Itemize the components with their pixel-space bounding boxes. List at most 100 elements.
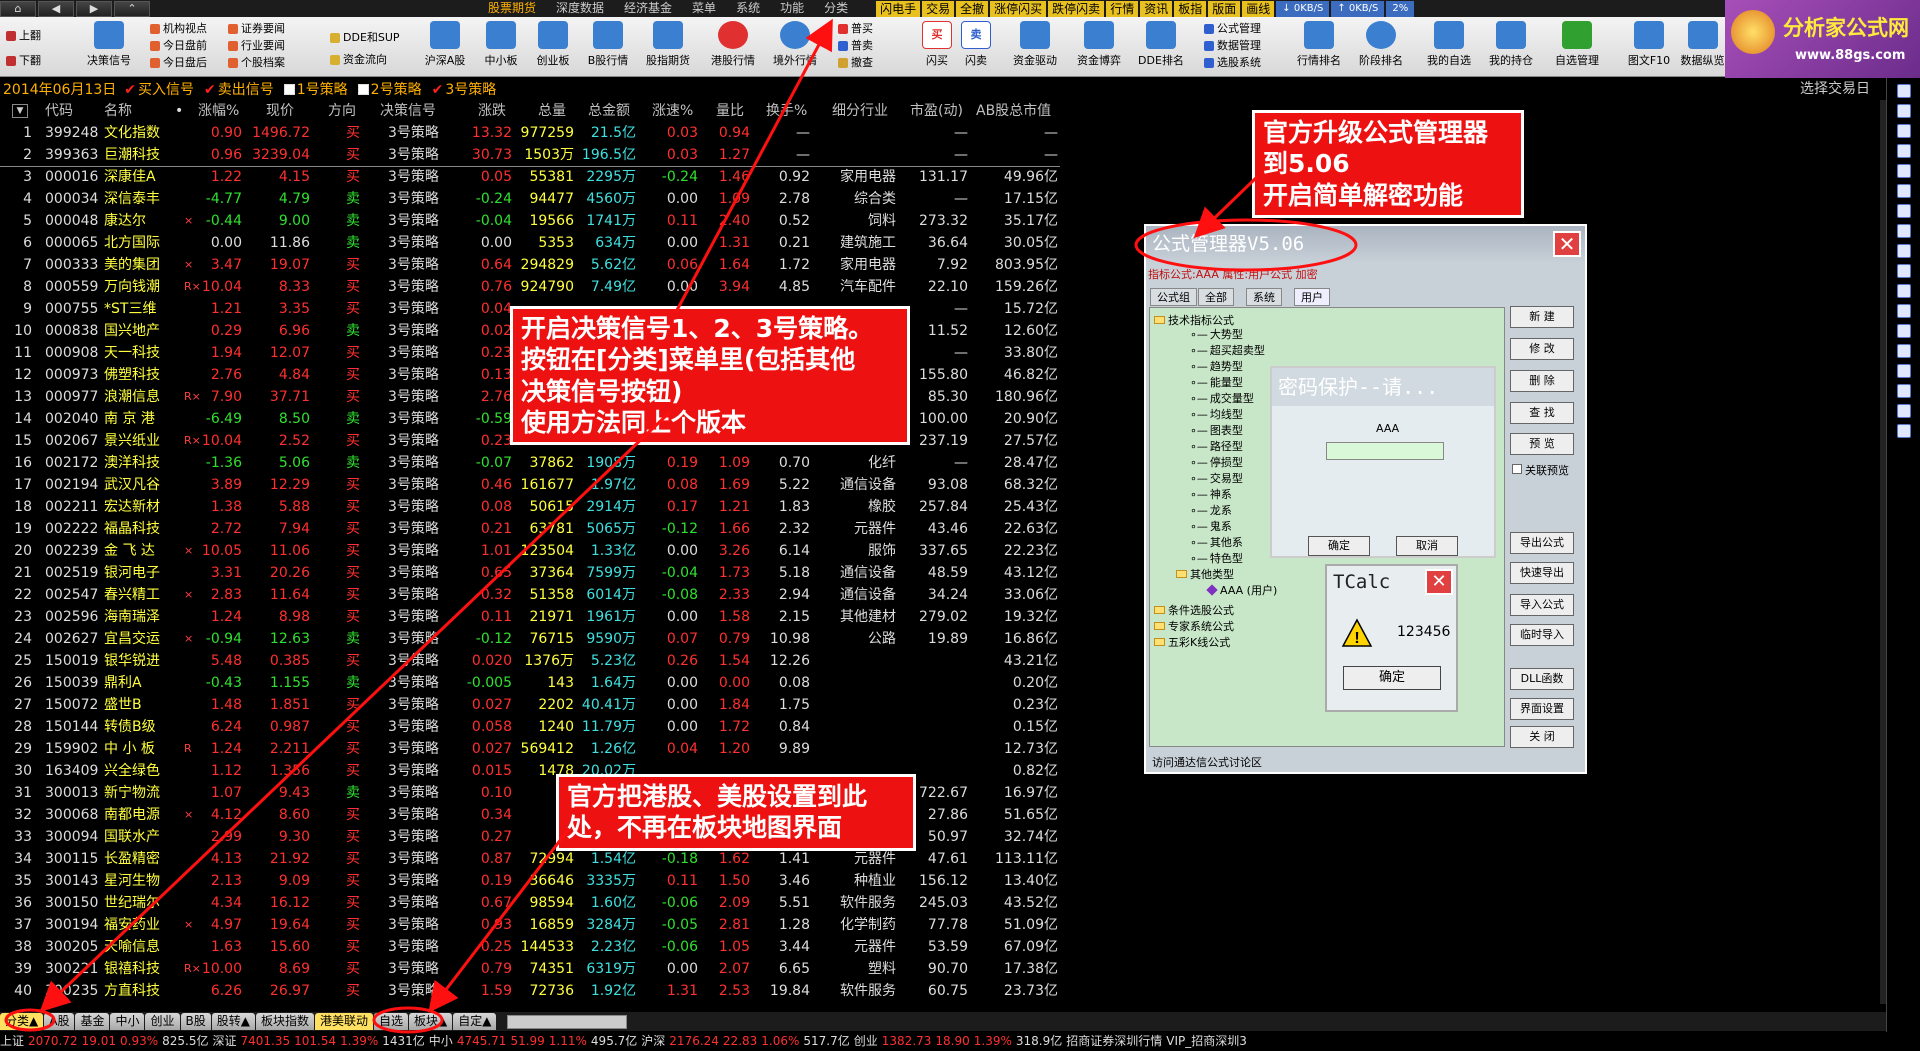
tree-item[interactable]: ∘— 路径型: [1190, 440, 1243, 454]
menu-economy[interactable]: 经济基金: [614, 0, 682, 17]
help-icon[interactable]: [1896, 344, 1911, 358]
hk-quotes-button[interactable]: 港股行情: [702, 21, 764, 75]
tree-item[interactable]: ∘— 特色型: [1190, 552, 1243, 566]
tree-item[interactable]: ∘— 神系: [1190, 488, 1232, 502]
table-row[interactable]: 38 300205 天喻信息 1.63 15.60 买 3号策略 0.25 144533 2.23…: [0, 936, 1060, 958]
tree-folder[interactable]: 其他类型: [1176, 568, 1234, 582]
find-button[interactable]: 查 找: [1510, 402, 1574, 424]
tab-b-shares[interactable]: B股: [180, 1013, 211, 1030]
compare-icon[interactable]: [1896, 264, 1911, 278]
refresh-icon[interactable]: [1896, 124, 1911, 138]
fund-drive-button[interactable]: 资金驱动: [1004, 21, 1066, 75]
tree-item[interactable]: ∘— 趋势型: [1190, 360, 1243, 374]
flash-sell-button[interactable]: 卖闪卖: [945, 21, 1007, 75]
tab-custom[interactable]: 自定▲: [453, 1013, 497, 1030]
tree-item[interactable]: ∘— 超买超卖型: [1190, 344, 1265, 358]
tree-item[interactable]: ∘— 交易型: [1190, 472, 1243, 486]
kline-icon[interactable]: [1896, 164, 1911, 178]
sort-menu-icon[interactable]: ▼: [12, 104, 28, 118]
forum-link[interactable]: 访问通达信公式讨论区: [1152, 754, 1262, 770]
tab-watchlist[interactable]: 自选: [374, 1013, 409, 1030]
col-pct[interactable]: 涨幅%: [198, 100, 239, 122]
close-icon[interactable]: ✕: [1425, 569, 1453, 595]
table-row[interactable]: 16 002172 澳洋科技 -1.36 5.06 卖 3号策略 -0.07 37862 1908…: [0, 452, 1060, 474]
list-icon[interactable]: [1896, 144, 1911, 158]
temp-import-button[interactable]: 临时导入: [1510, 624, 1574, 646]
securities-news-button[interactable]: 证券要闻: [228, 20, 285, 37]
back-button[interactable]: ◀: [38, 0, 74, 17]
col-code[interactable]: 代码: [45, 100, 73, 122]
my-watchlist-button[interactable]: 我的自选: [1418, 21, 1480, 75]
table-row[interactable]: 23 002596 海南瑞泽 1.24 8.98 买 3号策略 0.11 21971 1961万 0…: [0, 606, 1060, 628]
table-row[interactable]: 39 300221 银禧科技 R× 10.00 8.69 买 3号策略 0.79 74351 631…: [0, 958, 1060, 980]
limit-down-sell-button[interactable]: 跌停闪卖: [1048, 0, 1105, 17]
pin-icon[interactable]: [1896, 384, 1911, 398]
tab-hk-us[interactable]: 港美联动: [314, 1013, 373, 1030]
table-row[interactable]: 5 000048 康达尔 × -0.44 9.00 卖 3号策略 -0.04 19566 1741万…: [0, 210, 1060, 232]
quote-rank-button[interactable]: 行情排名: [1288, 21, 1350, 75]
tree-folder[interactable]: 五彩K线公式: [1154, 636, 1230, 650]
tab-sector-index[interactable]: 板块指数: [255, 1013, 314, 1030]
formula-manager-button[interactable]: 公式管理: [1204, 20, 1261, 37]
trade-button[interactable]: 交易: [922, 0, 955, 17]
menu-system[interactable]: 系统: [726, 0, 770, 17]
dde-sup-button[interactable]: DDE和SUP: [330, 29, 400, 46]
edit-button[interactable]: 修 改: [1510, 338, 1574, 360]
index-button[interactable]: 板指: [1174, 0, 1207, 17]
new-button[interactable]: 新 建: [1510, 306, 1574, 328]
sh-sz-a-button[interactable]: 沪深A股: [414, 21, 476, 75]
dll-function-button[interactable]: DLL函数: [1510, 668, 1574, 690]
stock-screener-button[interactable]: 选股系统: [1204, 54, 1261, 71]
inst-view-button[interactable]: 机构视点: [150, 20, 207, 37]
tree-folder[interactable]: 条件选股公式: [1154, 604, 1234, 618]
folder-icon[interactable]: [1896, 364, 1911, 378]
gem-board-button[interactable]: 创业板: [522, 21, 584, 75]
strategy-1-check[interactable]: 1号策略: [283, 79, 348, 99]
buy-signal-check[interactable]: ✔ 买入信号: [124, 79, 194, 99]
tcalc-ok-button[interactable]: 确定: [1343, 666, 1441, 690]
table-row[interactable]: 40 300235 方直科技 6.26 26.97 买 3号策略 1.59 72736 1.92亿…: [0, 980, 1060, 1002]
alert-icon[interactable]: [1896, 424, 1911, 438]
cancel-query-button[interactable]: 撤查: [838, 54, 873, 71]
table-row[interactable]: 8 000559 万向钱潮 R× 10.04 8.33 买 3号策略 0.76 924790 7.4…: [0, 276, 1060, 298]
pre-market-button[interactable]: 今日盘前: [150, 37, 207, 54]
col-pe[interactable]: 市盈(动): [910, 100, 963, 122]
tree-item[interactable]: ∘— 其他系: [1190, 536, 1243, 550]
quick-export-button[interactable]: 快速导出: [1510, 562, 1574, 584]
tab-gem[interactable]: 创业: [145, 1013, 180, 1030]
table-row[interactable]: 6 000065 北方国际 0.00 11.86 卖 3号策略 0.00 5353 634万 0.0…: [0, 232, 1060, 254]
table-row[interactable]: 18 002211 宏达新材 1.38 5.88 买 3号策略 0.08 50615 2914万 0…: [0, 496, 1060, 518]
b-shares-button[interactable]: B股行情: [577, 21, 639, 75]
tree-item[interactable]: ∘— 图表型: [1190, 424, 1243, 438]
layout-button[interactable]: 版面: [1208, 0, 1241, 17]
stage-rank-button[interactable]: 阶段排名: [1350, 21, 1412, 75]
col-vol-ratio[interactable]: 量比: [716, 100, 744, 122]
industry-news-button[interactable]: 行业要闻: [228, 37, 285, 54]
flash-hand-button[interactable]: 闪电手: [876, 0, 921, 17]
col-market-value[interactable]: AB股总市值: [976, 100, 1051, 122]
page-down-button[interactable]: 下翻: [6, 52, 41, 69]
menu-depth[interactable]: 深度数据: [546, 0, 614, 17]
col-signal[interactable]: 决策信号: [380, 100, 436, 122]
bar-chart-icon[interactable]: [1896, 204, 1911, 218]
post-market-button[interactable]: 今日盘后: [150, 54, 207, 71]
table-row[interactable]: 36 300150 世纪瑞尔 4.34 16.12 买 3号策略 0.67 98594 1.60亿…: [0, 892, 1060, 914]
tree-item[interactable]: ∘— 成交量型: [1190, 392, 1254, 406]
tab-funds[interactable]: 基金: [75, 1013, 110, 1030]
table-row[interactable]: 28 150144 转债B级 6.24 0.987 买 3号策略 0.058 1240 11.79…: [0, 716, 1060, 738]
table-row[interactable]: 17 002194 武汉凡谷 3.89 12.29 买 3号策略 0.46 161677 1.97…: [0, 474, 1060, 496]
table-row[interactable]: 7 000333 美的集团 × 3.47 19.07 买 3号策略 0.64 294829 5.62…: [0, 254, 1060, 276]
table-row[interactable]: 2 399363 巨潮科技 0.96 3239.04 买 3号策略 30.73 1503万 196…: [0, 144, 1060, 166]
table-row[interactable]: 27 150072 盛世B 1.48 1.851 买 3号策略 0.027 2202 40.41万…: [0, 694, 1060, 716]
doc-icon[interactable]: [1896, 224, 1911, 238]
news-button[interactable]: 资讯: [1140, 0, 1173, 17]
my-holdings-button[interactable]: 我的持仓: [1480, 21, 1542, 75]
table-row[interactable]: 29 159902 中 小 板 R 1.24 2.211 买 3号策略 0.027 569412 1…: [0, 738, 1060, 760]
col-price[interactable]: 现价: [266, 100, 294, 122]
cancel-all-button[interactable]: 全撤: [956, 0, 989, 17]
horizontal-scrollbar[interactable]: [507, 1014, 628, 1029]
draw-button[interactable]: 画线: [1242, 0, 1275, 17]
password-input[interactable]: [1326, 442, 1444, 460]
normal-buy-button[interactable]: 普买: [838, 20, 873, 37]
sell-signal-check[interactable]: ✔ 卖出信号: [204, 79, 274, 99]
